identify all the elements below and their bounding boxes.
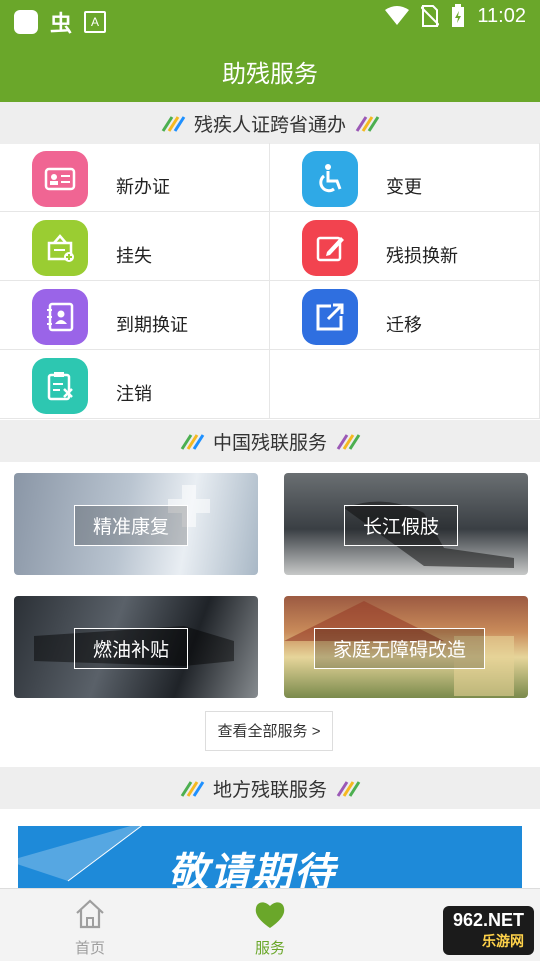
tile-label: 精准康复 <box>74 505 189 546</box>
grid-item-new-certificate[interactable]: 新办证 <box>0 143 270 212</box>
coming-soon-banner: 敬请期待 <box>18 826 522 890</box>
watermark-brand: 962.NET <box>452 910 524 930</box>
grid-item-label: 到期换证 <box>116 315 188 335</box>
grid-item-cancel[interactable]: 注销 <box>0 350 270 419</box>
grid-item-report-loss[interactable]: 挂失 <box>0 212 270 281</box>
notification-app-icon <box>14 10 38 34</box>
grid-item-label: 变更 <box>386 177 422 197</box>
edit-icon <box>302 220 358 276</box>
view-all-services-button[interactable]: 查看全部服务 > <box>205 711 333 751</box>
grid-item-label: 残损换新 <box>386 246 458 266</box>
status-bar: 虫 A 11:02 <box>0 0 540 36</box>
decor-left-icon <box>180 434 205 450</box>
service-tile-rehab[interactable]: 精准康复 <box>14 473 258 575</box>
page-title: 助残服务 <box>222 61 318 88</box>
section-title: 残疾人证跨省通办 <box>193 114 346 136</box>
services-heart-icon <box>255 902 285 928</box>
grid-item-label: 注销 <box>116 384 152 404</box>
grid-item-label: 挂失 <box>116 246 152 266</box>
decor-right-icon <box>336 434 361 450</box>
grid-item-migration[interactable]: 迁移 <box>270 281 540 350</box>
nav-label: 首页 <box>74 940 105 957</box>
section-title: 中国残联服务 <box>212 432 327 454</box>
grid-item-change[interactable]: 变更 <box>270 143 540 212</box>
tile-label: 家庭无障碍改造 <box>314 628 486 669</box>
contact-book-icon <box>32 289 88 345</box>
clock: 11:02 <box>477 4 526 27</box>
section-header-cdpf: 中国残联服务 <box>0 420 540 462</box>
notification-glyph: 虫 <box>50 11 73 36</box>
service-tile-fuel-subsidy[interactable]: 燃油补贴 <box>14 596 258 698</box>
app-header: 助残服务 <box>0 36 540 102</box>
decor-left-icon <box>161 116 186 132</box>
decor-right-icon <box>336 781 361 797</box>
wifi-icon <box>385 6 410 25</box>
section-title: 地方残联服务 <box>212 779 327 801</box>
bottom-navigation: 首页 服务 962.NET 乐游网 <box>0 888 540 961</box>
grid-item-label: 迁移 <box>386 315 422 335</box>
grid-item-label: 新办证 <box>116 177 170 197</box>
banner-text: 敬请期待 <box>168 851 336 890</box>
move-out-icon <box>302 289 358 345</box>
report-loss-icon <box>32 220 88 276</box>
wheelchair-icon <box>302 151 358 207</box>
home-icon <box>76 899 104 929</box>
section-header-local: 地方残联服务 <box>0 767 540 809</box>
nav-label: 服务 <box>254 940 285 957</box>
nav-services[interactable]: 服务 <box>210 889 330 961</box>
tile-label: 燃油补贴 <box>74 628 189 669</box>
cancel-doc-icon <box>32 358 88 414</box>
decor-right-icon <box>355 116 380 132</box>
grid-item-damaged-replace[interactable]: 残损换新 <box>270 212 540 281</box>
grid-empty-cell <box>270 350 540 419</box>
no-sim-icon <box>421 5 440 27</box>
service-tile-prosthetics[interactable]: 长江假肢 <box>284 473 528 575</box>
battery-charging-icon <box>452 4 465 27</box>
section-header-cross-province: 残疾人证跨省通办 <box>0 102 540 144</box>
tile-label: 长江假肢 <box>344 505 459 546</box>
watermark-sub: 乐游网 <box>482 933 524 949</box>
decor-left-icon <box>180 781 205 797</box>
nav-home[interactable]: 首页 <box>30 889 150 961</box>
grid-item-expiry-renewal[interactable]: 到期换证 <box>0 281 270 350</box>
id-card-icon <box>32 151 88 207</box>
paper-plane-icon <box>18 826 143 882</box>
accessibility-icon: A <box>84 11 107 33</box>
watermark-logo: 962.NET 乐游网 <box>442 906 534 955</box>
service-tile-barrier-free[interactable]: 家庭无障碍改造 <box>284 596 528 698</box>
